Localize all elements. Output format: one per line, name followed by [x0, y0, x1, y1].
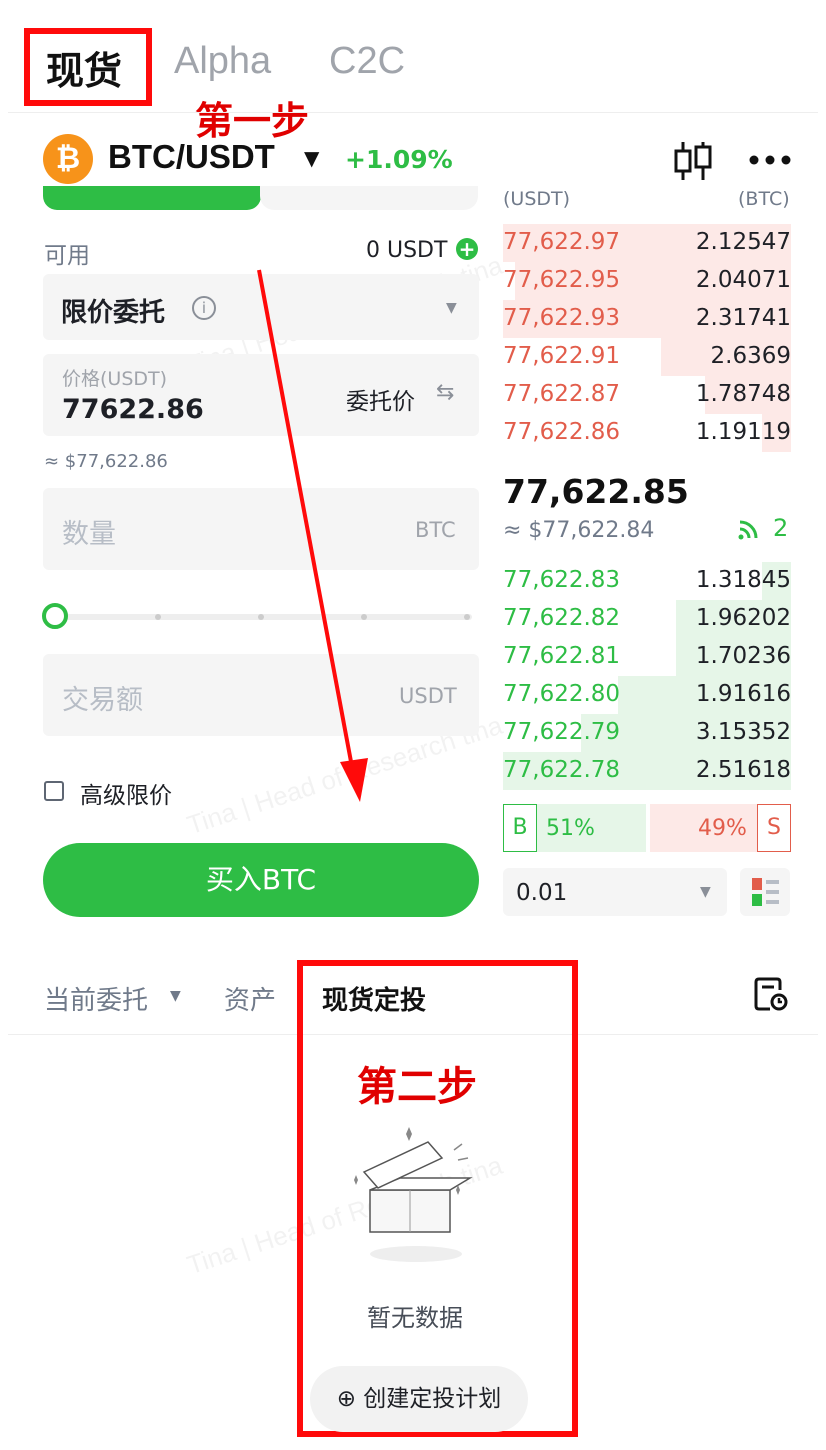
bid-qty: 1.70236: [695, 643, 791, 669]
amount-unit: BTC: [415, 518, 456, 542]
advanced-limit-checkbox[interactable]: [44, 781, 64, 801]
bid-qty: 1.96202: [695, 605, 791, 631]
ask-row[interactable]: 77,622.86 1.19119: [503, 414, 791, 452]
tab-current-orders[interactable]: 当前委托: [44, 980, 148, 1017]
buy-button[interactable]: 买入BTC: [43, 843, 479, 917]
more-icon[interactable]: [748, 153, 792, 167]
slider-tick: [464, 614, 470, 620]
bid-price: 77,622.79: [503, 719, 621, 745]
sell-ratio: 49%: [698, 816, 747, 841]
amount-slider-handle[interactable]: [42, 603, 68, 629]
ask-price: 77,622.95: [503, 267, 621, 293]
total-placeholder: 交易额: [62, 685, 143, 716]
ask-row[interactable]: 77,622.87 1.78748: [503, 376, 791, 414]
advanced-limit-label: 高级限价: [80, 783, 172, 809]
bid-qty: 2.51618: [695, 757, 791, 783]
ask-qty: 1.78748: [695, 381, 791, 407]
bid-row[interactable]: 77,622.81 1.70236: [503, 638, 791, 676]
tab-assets[interactable]: 资产: [224, 980, 276, 1017]
annotation-box-step1: [24, 28, 152, 106]
bid-qty: 1.91616: [695, 681, 791, 707]
bid-price: 77,622.83: [503, 567, 621, 593]
ask-price: 77,622.93: [503, 305, 621, 331]
last-price: 77,622.85: [503, 472, 689, 511]
bid-qty: 3.15352: [695, 719, 791, 745]
ask-row[interactable]: 77,622.91 2.6369: [503, 338, 791, 376]
tab-alpha[interactable]: Alpha: [174, 40, 271, 83]
order-history-icon[interactable]: [753, 976, 789, 1012]
chevron-down-icon: ▼: [700, 884, 711, 900]
ask-price: 77,622.86: [503, 419, 621, 445]
buy-ratio: 51%: [546, 816, 595, 841]
annotation-step1: 第一步: [195, 98, 310, 143]
order-type-label: 限价委托: [61, 298, 166, 328]
sell-badge: S: [757, 804, 791, 852]
ask-row[interactable]: 77,622.93 2.31741: [503, 300, 791, 338]
bid-row[interactable]: 77,622.80 1.91616: [503, 676, 791, 714]
ask-qty: 2.6369: [710, 343, 791, 369]
add-funds-icon[interactable]: +: [456, 238, 478, 260]
orderbook-qty-header: (BTC): [738, 188, 790, 210]
buy-tab[interactable]: [43, 186, 261, 210]
ask-row[interactable]: 77,622.95 2.04071: [503, 262, 791, 300]
annotation-step2: 第二步: [357, 1063, 477, 1110]
ask-qty: 2.31741: [695, 305, 791, 331]
ask-qty: 2.04071: [695, 267, 791, 293]
bid-row[interactable]: 77,622.78 2.51618: [503, 752, 791, 790]
annotation-arrow: [257, 269, 368, 802]
slider-tick: [155, 614, 161, 620]
bid-qty: 1.31845: [695, 567, 791, 593]
bid-row[interactable]: 77,622.83 1.31845: [503, 562, 791, 600]
chevron-down-icon: ▼: [170, 988, 181, 1004]
swap-icon[interactable]: ⇆: [436, 380, 454, 405]
available-label: 可用: [44, 243, 90, 269]
ask-price: 77,622.91: [503, 343, 621, 369]
bid-price: 77,622.82: [503, 605, 621, 631]
price-approx: ≈ $77,622.86: [44, 451, 168, 472]
signal-count: 2: [773, 514, 789, 542]
caret-down-icon[interactable]: ▼: [304, 146, 319, 170]
ask-qty: 1.19119: [695, 419, 791, 445]
bitcoin-icon: ₿: [43, 134, 93, 184]
candlestick-chart-icon[interactable]: [672, 140, 714, 182]
ask-qty: 2.12547: [695, 229, 791, 255]
buy-badge: B: [503, 804, 537, 852]
orderbook-layout-icon[interactable]: [740, 868, 790, 916]
empty-state-text: 暂无数据: [367, 1304, 463, 1332]
tab-c2c[interactable]: C2C: [329, 40, 405, 83]
available-value: 0 USDT: [366, 238, 448, 263]
bid-row[interactable]: 77,622.79 3.15352: [503, 714, 791, 752]
bid-price: 77,622.78: [503, 757, 621, 783]
ask-price: 77,622.97: [503, 229, 621, 255]
orderbook-price-header: (USDT): [503, 188, 571, 210]
pair-symbol[interactable]: BTC/USDT: [108, 138, 275, 176]
amount-placeholder: 数量: [62, 519, 116, 550]
depth-value: 0.01: [516, 880, 568, 906]
info-icon[interactable]: i: [192, 296, 216, 320]
last-price-usd: ≈ $77,622.84: [503, 518, 655, 543]
total-unit: USDT: [399, 684, 457, 708]
price-label: 价格(USDT): [62, 368, 168, 390]
ask-row[interactable]: 77,622.97 2.12547: [503, 224, 791, 262]
bid-price: 77,622.81: [503, 643, 621, 669]
signal-icon: [738, 520, 758, 540]
bid-price: 77,622.80: [503, 681, 621, 707]
price-change: +1.09%: [345, 145, 453, 174]
ask-price: 77,622.87: [503, 381, 621, 407]
chevron-down-icon: ▼: [446, 300, 457, 316]
header-divider: [8, 112, 818, 113]
bid-row[interactable]: 77,622.82 1.96202: [503, 600, 791, 638]
create-dca-plan-button[interactable]: ⊕ 创建定投计划: [310, 1366, 528, 1432]
price-value[interactable]: 77622.86: [62, 394, 204, 425]
empty-box-icon: [354, 1127, 473, 1262]
sell-tab[interactable]: [260, 186, 478, 210]
